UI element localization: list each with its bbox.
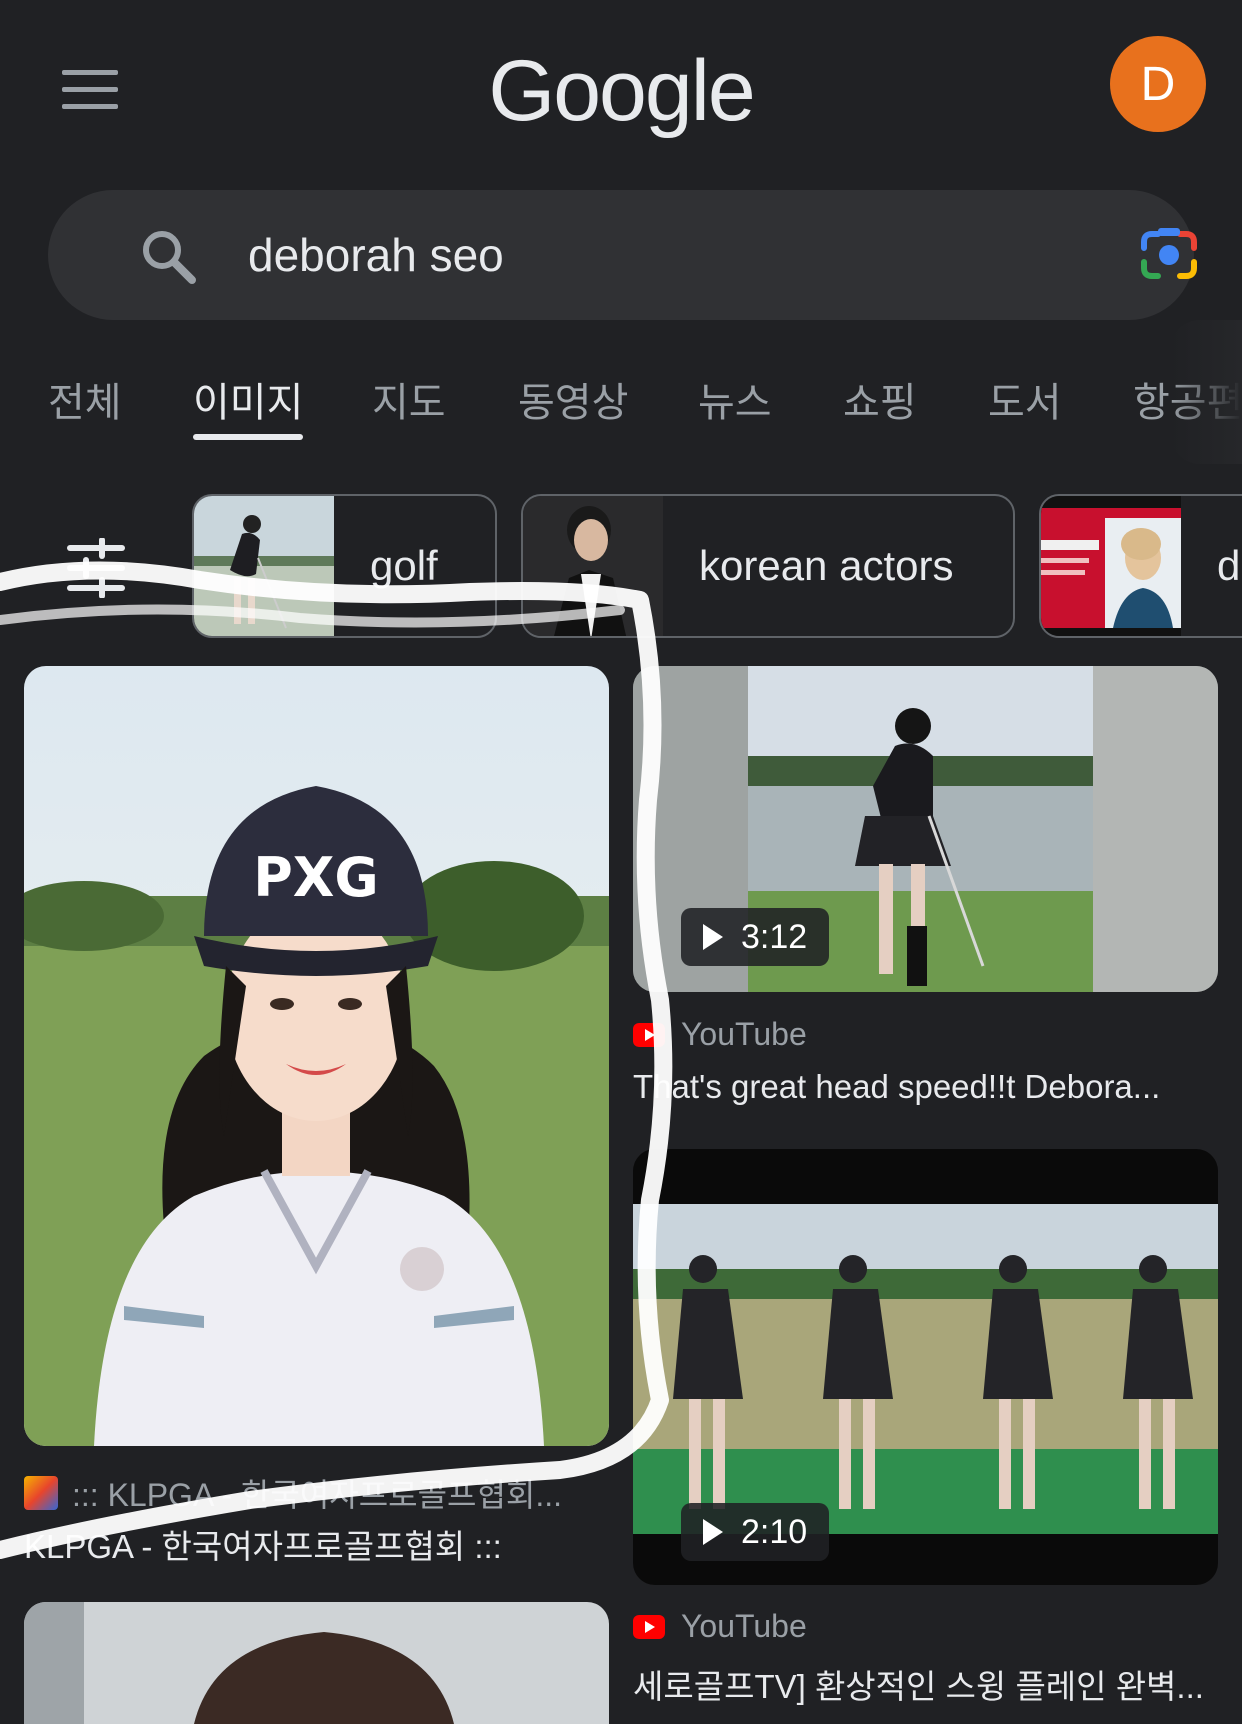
video-duration-badge: 2:10 [681, 1503, 830, 1561]
chip-label: d [1217, 542, 1241, 589]
video-duration-badge: 3:12 [681, 908, 830, 966]
result-source[interactable]: ::: KLPGA - 한국여자프로골프협회... [24, 1470, 609, 1516]
image-result-klpga[interactable]: PXG [24, 666, 609, 1446]
chip-label: korean actors [699, 542, 954, 589]
video-result-swing-plane[interactable]: 2:10 [633, 1149, 1218, 1585]
result-title[interactable]: That's great head speed!!t Debora... [633, 1068, 1218, 1106]
source-name: YouTube [681, 1016, 807, 1052]
portrait-image-partial [24, 1602, 609, 1724]
tab-books[interactable]: 도서 [988, 370, 1062, 428]
tab-all[interactable]: 전체 [48, 370, 122, 428]
video-result-head-speed[interactable]: 3:12 [633, 666, 1218, 992]
chip-d[interactable]: d [1039, 494, 1242, 638]
play-icon [703, 924, 723, 950]
tab-videos[interactable]: 동영상 [518, 370, 628, 428]
result-title[interactable]: 세로골프TV] 환상적인 스윙 플레인 완벽... [633, 1660, 1218, 1708]
top-bar: Google D [0, 0, 1242, 180]
video-duration: 3:12 [741, 917, 808, 956]
image-result-next[interactable] [24, 1602, 609, 1724]
chip-label: golf [370, 542, 438, 589]
chip-korean-actors[interactable]: korean actors [521, 494, 1015, 638]
youtube-icon [633, 1614, 665, 1639]
play-icon [703, 1519, 723, 1545]
svg-text:PXG: PXG [253, 846, 379, 909]
source-name: ::: KLPGA - 한국여자프로골프협회... [72, 1477, 563, 1513]
chip-korean-actors-thumbnail [523, 496, 663, 636]
tabs-scroll-fade [1170, 320, 1242, 464]
filter-sliders-icon[interactable] [66, 538, 126, 598]
tab-images[interactable]: 이미지 [193, 370, 303, 428]
result-source[interactable]: YouTube [633, 1016, 807, 1053]
result-source[interactable]: YouTube [633, 1608, 807, 1645]
search-input[interactable]: deborah seo [248, 226, 504, 284]
tab-shopping[interactable]: 쇼핑 [843, 370, 917, 428]
klpga-favicon-icon [24, 1476, 58, 1510]
source-name: YouTube [681, 1608, 807, 1644]
search-tabs: 전체 이미지 지도 동영상 뉴스 쇼핑 도서 항공편 [0, 320, 1242, 464]
google-lens-icon[interactable] [1138, 226, 1200, 284]
search-icon[interactable] [138, 226, 198, 286]
tab-news[interactable]: 뉴스 [698, 370, 772, 428]
chip-golf-thumbnail [194, 496, 334, 636]
tab-maps[interactable]: 지도 [372, 370, 446, 428]
chip-d-thumbnail [1041, 496, 1181, 636]
avatar[interactable]: D [1110, 36, 1206, 132]
youtube-icon [633, 1022, 665, 1047]
related-chips: golf korean actors d [0, 494, 1242, 640]
chip-golf[interactable]: golf [192, 494, 497, 638]
active-tab-indicator [193, 434, 303, 440]
golfer-portrait-image: PXG [24, 666, 609, 1446]
search-bar[interactable]: deborah seo [48, 190, 1197, 320]
google-logo[interactable]: Google [0, 42, 1242, 141]
video-duration: 2:10 [741, 1512, 808, 1551]
result-title[interactable]: KLPGA - 한국여자프로골프협회 ::: [24, 1520, 609, 1568]
